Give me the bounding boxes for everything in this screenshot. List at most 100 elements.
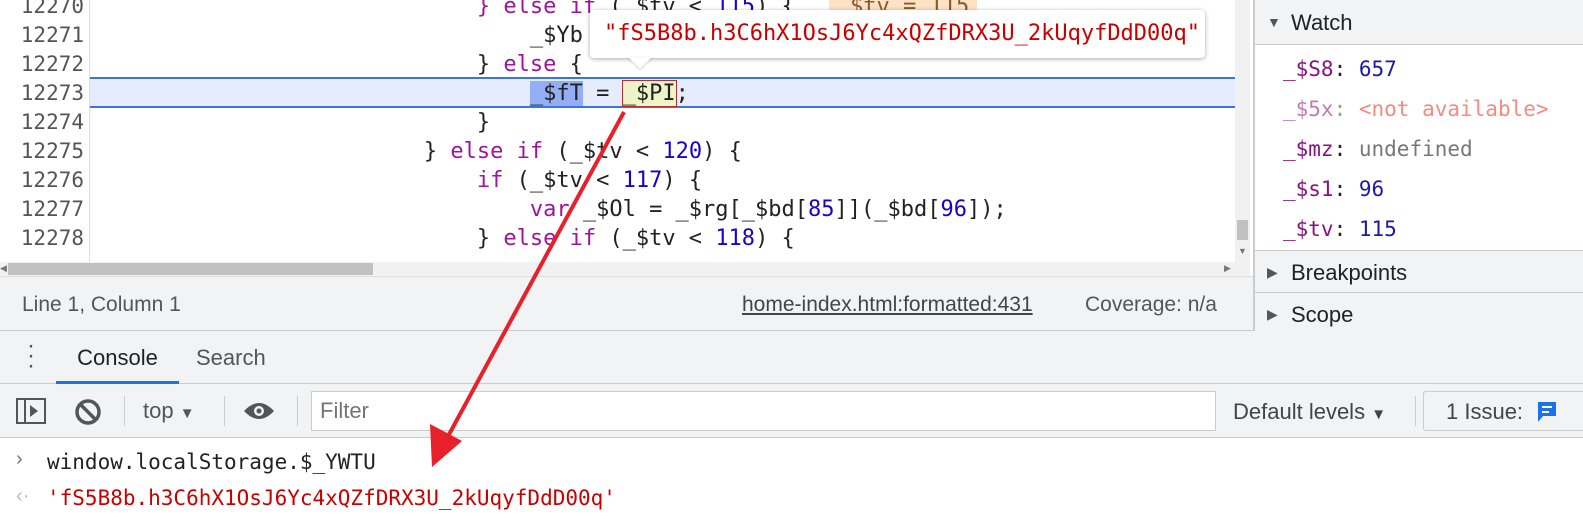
watch-item[interactable]: _$S8: 657 [1283, 57, 1397, 81]
code-token: ) { [662, 168, 703, 193]
more-menu-icon[interactable]: · · · [26, 334, 36, 378]
log-levels-dropdown[interactable]: Default levels ▼ [1233, 399, 1386, 425]
code-token: { [556, 52, 583, 77]
scroll-left-icon[interactable]: ◀ [0, 263, 7, 274]
context-selector[interactable]: top ▼ [143, 398, 195, 424]
source-link[interactable]: home-index.html:formatted:431 [742, 293, 1033, 317]
code-token: _$PI [621, 80, 677, 107]
code-token: _$Ol = _$rg[_$bd[ [569, 197, 809, 222]
code-token: _$fT [529, 81, 583, 106]
code-line: if (_$tv < 117) { [106, 166, 702, 195]
watch-item[interactable]: _$mz: undefined [1283, 137, 1473, 161]
tab-console[interactable]: Console [56, 331, 179, 384]
watch-value: <not available> [1358, 97, 1549, 121]
code-token: ) { [755, 226, 795, 251]
filter-input[interactable] [311, 391, 1216, 431]
tooltip-arrow [628, 57, 652, 69]
line-number[interactable]: 12273 [0, 79, 84, 108]
line-number[interactable]: 12276 [0, 166, 84, 195]
tab-label: Console [77, 345, 158, 370]
clear-console-icon[interactable] [74, 398, 102, 426]
code-line: } else { [106, 50, 583, 79]
watch-value: undefined [1358, 137, 1473, 161]
code-token: 117 [622, 168, 663, 193]
coverage-status: Coverage: n/a [1085, 293, 1217, 316]
watch-title: Watch [1291, 10, 1353, 35]
code-token: ]); [966, 197, 1007, 222]
watch-name: _$mz [1283, 137, 1334, 161]
vertical-scrollbar[interactable]: ▼ [1235, 0, 1250, 262]
code-token: if [476, 168, 504, 193]
console-output[interactable]: › window.localStorage.$_YWTU ‹· 'fS5B8b.… [0, 438, 1583, 524]
code-token: = [582, 81, 623, 106]
watch-item[interactable]: _$5x: <not available> [1283, 97, 1549, 121]
watch-name: _$5x [1283, 97, 1334, 121]
code-token: (_$tv < [543, 139, 663, 164]
code-token: ; [675, 81, 689, 106]
line-number[interactable]: 12270 [0, 0, 84, 21]
status-bar: Line 1, Column 1 home-index.html:formatt… [0, 276, 1253, 331]
triangle-right-icon: ▶ [1267, 306, 1278, 322]
code-token: } [423, 139, 451, 164]
tab-search[interactable]: Search [196, 331, 266, 384]
levels-label: Default levels [1233, 399, 1366, 424]
watch-value: 657 [1358, 57, 1397, 81]
issue-message-icon [1538, 402, 1556, 422]
code-line: } else if (_$tv < 118) { [106, 224, 795, 253]
watch-value: 115 [1358, 217, 1397, 241]
code-token: } [476, 52, 504, 77]
cursor-position: Line 1, Column 1 [22, 293, 181, 316]
line-number-gutter: 12270 12271 12272 12273 12274 12275 12276 12277… [0, 0, 90, 262]
horizontal-scrollbar[interactable]: ◀ ▶ [0, 262, 1250, 276]
code-token: (_$tv < [596, 226, 716, 251]
code-token: var [529, 197, 570, 222]
code-token: ]](_$bd[ [834, 197, 941, 222]
watch-item[interactable]: _$s1: 96 [1283, 177, 1384, 201]
triangle-down-icon: ▼ [1267, 14, 1281, 30]
breakpoints-section-header[interactable]: ▶ Breakpoints [1255, 250, 1583, 293]
line-number[interactable]: 12271 [0, 21, 84, 50]
input-prompt-icon: › [16, 448, 23, 470]
code-line: } else if (_$tv < 120) { [106, 137, 742, 166]
issues-label: 1 Issue: [1446, 399, 1524, 424]
scroll-down-icon[interactable]: ▼ [1238, 246, 1247, 256]
line-number[interactable]: 12275 [0, 137, 84, 166]
scope-section-header[interactable]: ▶ Scope [1255, 293, 1583, 332]
watch-item[interactable]: _$tv: 115 [1283, 217, 1397, 241]
context-label: top [143, 398, 174, 423]
issues-button[interactable]: 1 Issue: [1423, 391, 1583, 431]
code-token: 120 [662, 139, 703, 164]
code-token: 118 [715, 226, 756, 251]
line-number[interactable]: 12278 [0, 224, 84, 253]
dropdown-arrow-icon: ▼ [1371, 406, 1387, 423]
code-line: _$fT = _$PI; [106, 79, 689, 108]
watch-name: _$S8 [1283, 57, 1334, 81]
result-arrow-icon: ‹· [16, 485, 30, 507]
line-number[interactable]: 12277 [0, 195, 84, 224]
drawer-tabbar: · · · Console Search [0, 331, 1583, 384]
scope-title: Scope [1291, 302, 1354, 327]
code-token: else if [503, 226, 597, 251]
scrollbar-thumb[interactable] [1237, 220, 1248, 240]
tab-label: Search [196, 345, 266, 370]
code-editor[interactable]: 12270 12271 12272 12273 12274 12275 12276 12277… [0, 0, 1250, 262]
eye-icon[interactable] [242, 401, 276, 421]
code-token: } [476, 110, 491, 135]
code-line: } [106, 108, 490, 137]
scrollbar-thumb[interactable] [8, 263, 373, 275]
code-token: } else if [476, 0, 597, 19]
console-toolbar: top ▼ Default levels ▼ 1 Issue: [0, 384, 1583, 438]
line-number[interactable]: 12274 [0, 108, 84, 137]
console-result-line: 'fS5B8b.h3C6hX1OsJ6Yc4xQZfDRX3U_2kUqyfDd… [47, 486, 616, 510]
breakpoints-title: Breakpoints [1291, 260, 1408, 285]
code-token: ) { [702, 139, 742, 164]
sidebar-toggle-icon[interactable] [16, 398, 46, 424]
debugger-sidebar: ▼ Watch _$S8: 657 _$5x: <not available> _$… [1253, 0, 1583, 332]
scroll-right-icon[interactable]: ▶ [1224, 263, 1231, 274]
watch-section-header[interactable]: ▼ Watch [1255, 0, 1583, 45]
code-line: _$Yb = [106, 21, 623, 50]
triangle-right-icon: ▶ [1267, 264, 1278, 280]
watch-name: _$s1 [1283, 177, 1334, 201]
line-number[interactable]: 12272 [0, 50, 84, 79]
code-token: 85 [808, 197, 835, 222]
